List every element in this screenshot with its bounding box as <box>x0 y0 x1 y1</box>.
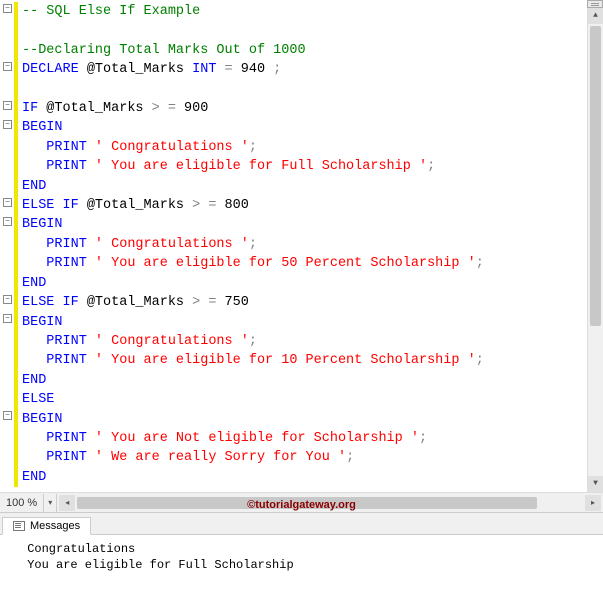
code-text: @Total_Marks <box>79 62 192 77</box>
code-text: ELSE <box>22 392 63 407</box>
code-text: BEGIN <box>22 315 63 330</box>
fold-toggle-icon[interactable] <box>3 217 12 226</box>
code-text: 800 <box>216 198 248 213</box>
code-text: DECLARE <box>22 62 79 77</box>
code-text: PRINT <box>22 450 87 465</box>
fold-toggle-icon[interactable] <box>3 62 12 71</box>
code-text: ; <box>273 62 281 77</box>
fold-toggle-icon[interactable] <box>3 120 12 129</box>
gutter <box>0 0 22 492</box>
code-text: PRINT <box>22 431 87 446</box>
code-text: > = <box>152 101 176 116</box>
splitter-handle[interactable] <box>587 0 603 8</box>
code-text: END <box>22 276 46 291</box>
code-text: > = <box>192 198 216 213</box>
code-text: END <box>22 179 46 194</box>
code-text: 750 <box>216 295 248 310</box>
code-text: > = <box>192 295 216 310</box>
scroll-down-icon[interactable]: ▼ <box>588 476 603 492</box>
fold-toggle-icon[interactable] <box>3 411 12 420</box>
scroll-thumb[interactable] <box>590 26 601 326</box>
code-text: PRINT <box>22 256 87 271</box>
code-text: ' You are eligible for Full Scholarship … <box>87 159 427 174</box>
messages-pane: Messages Congratulations You are eligibl… <box>0 513 603 596</box>
code-text: BEGIN <box>22 217 63 232</box>
messages-output[interactable]: Congratulations You are eligible for Ful… <box>0 535 603 579</box>
code-text: PRINT <box>22 334 87 349</box>
code-text: BEGIN <box>22 412 63 427</box>
code-text: INT <box>192 62 216 77</box>
code-text: BEGIN <box>22 120 63 135</box>
code-text: ; <box>476 256 484 271</box>
zoom-dropdown-icon[interactable]: ▾ <box>43 494 57 512</box>
code-text: --Declaring Total Marks Out of 1000 <box>22 43 306 58</box>
editor-pane: -- SQL Else If Example --Declaring Total… <box>0 0 603 513</box>
code-text: -- SQL Else If Example <box>22 4 200 19</box>
scroll-up-icon[interactable]: ▲ <box>588 8 603 24</box>
code-text: ' You are Not eligible for Scholarship ' <box>87 431 419 446</box>
code-text: PRINT <box>22 353 87 368</box>
code-text: PRINT <box>22 159 87 174</box>
code-text: 900 <box>176 101 208 116</box>
fold-toggle-icon[interactable] <box>3 314 12 323</box>
code-text: 940 <box>241 62 273 77</box>
code-text: ' We are really Sorry for You ' <box>87 450 346 465</box>
status-bar: 100 % ▾ ◂ ▸ ©tutorialgateway.org <box>0 492 603 512</box>
code-text: ; <box>476 353 484 368</box>
zoom-level: 100 % <box>0 497 43 509</box>
code-text: ; <box>346 450 354 465</box>
code-text: IF <box>22 101 38 116</box>
fold-toggle-icon[interactable] <box>3 198 12 207</box>
code-text: PRINT <box>22 140 87 155</box>
code-text: ELSE IF <box>22 295 79 310</box>
code-text: = <box>216 62 240 77</box>
code-text: ; <box>249 237 257 252</box>
code-text: ; <box>249 140 257 155</box>
scroll-right-icon[interactable]: ▸ <box>585 495 601 511</box>
vertical-scrollbar[interactable]: ▲ ▼ <box>587 8 603 492</box>
messages-icon <box>13 520 25 532</box>
code-text: ; <box>419 431 427 446</box>
fold-toggle-icon[interactable] <box>3 4 12 13</box>
tab-messages[interactable]: Messages <box>2 517 91 535</box>
output-line: You are eligible for Full Scholarship <box>20 558 301 572</box>
fold-toggle-icon[interactable] <box>3 101 12 110</box>
code-text: @Total_Marks <box>79 295 192 310</box>
tab-label: Messages <box>30 520 80 532</box>
code-content[interactable]: -- SQL Else If Example --Declaring Total… <box>22 2 484 487</box>
output-line: Congratulations <box>20 542 142 556</box>
code-text: END <box>22 470 46 485</box>
fold-toggle-icon[interactable] <box>3 295 12 304</box>
watermark-text: ©tutorialgateway.org <box>247 499 356 511</box>
code-text: ELSE IF <box>22 198 79 213</box>
code-editor[interactable]: -- SQL Else If Example --Declaring Total… <box>0 0 587 492</box>
code-text: @Total_Marks <box>79 198 192 213</box>
code-text: ; <box>427 159 435 174</box>
change-marker <box>14 2 18 487</box>
code-text: ' You are eligible for 10 Percent Schola… <box>87 353 476 368</box>
messages-tabs: Messages <box>0 513 603 535</box>
code-text: ' Congratulations ' <box>87 334 249 349</box>
code-text: @Total_Marks <box>38 101 151 116</box>
scroll-left-icon[interactable]: ◂ <box>59 495 75 511</box>
code-text: ' You are eligible for 50 Percent Schola… <box>87 256 476 271</box>
code-text: END <box>22 373 46 388</box>
code-text: ' Congratulations ' <box>87 237 249 252</box>
code-text: ' Congratulations ' <box>87 140 249 155</box>
code-text: ; <box>249 334 257 349</box>
code-text: PRINT <box>22 237 87 252</box>
